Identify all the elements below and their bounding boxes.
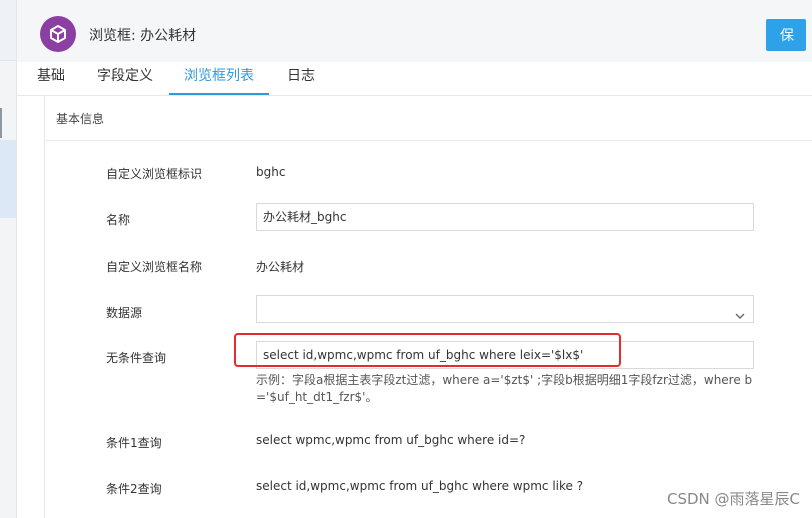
tab-basic[interactable]: 基础: [37, 62, 65, 93]
box-icon: [40, 16, 76, 52]
sidebar-top-strip: [0, 0, 16, 61]
datasource-select[interactable]: [256, 295, 754, 323]
watermark: CSDN @雨落星辰C: [666, 490, 800, 508]
datasource-label: 数据源: [106, 306, 143, 320]
page-title: 浏览框: 办公耗材: [89, 28, 197, 44]
highlight-box: [234, 333, 621, 367]
cond2-label: 条件2查询: [106, 482, 162, 496]
browser-name-label: 自定义浏览框名称: [106, 260, 203, 274]
name-label: 名称: [106, 213, 131, 227]
tab-log[interactable]: 日志: [287, 62, 315, 93]
page-header: 浏览框: 办公耗材: [17, 0, 812, 62]
save-button[interactable]: 保: [766, 19, 806, 51]
tab-field-definition[interactable]: 字段定义: [97, 62, 153, 93]
query-hint: 示例：字段a根据主表字段zt过滤，where a='$zt$' ;字段b根据明细…: [256, 373, 753, 404]
browser-name-value: 办公耗材: [256, 260, 305, 274]
cond1-value: select wpmc,wpmc from uf_bghc where id=?: [256, 433, 526, 447]
section-title: 基本信息: [56, 112, 105, 126]
section-divider: [45, 140, 812, 141]
cond1-label: 条件1查询: [106, 436, 162, 450]
sidebar-marker: [0, 108, 2, 138]
left-sidebar: [0, 0, 17, 518]
query-label: 无条件查询: [106, 351, 167, 365]
sidebar-selected-item[interactable]: [0, 140, 16, 218]
tab-bar: 基础 字段定义 浏览框列表 日志: [17, 62, 812, 96]
browser-id-label: 自定义浏览框标识: [106, 167, 203, 181]
tab-browser-list[interactable]: 浏览框列表: [169, 62, 269, 95]
name-input[interactable]: 办公耗材_bghc: [256, 203, 754, 231]
chevron-down-icon: [735, 304, 745, 330]
cond2-value: select id,wpmc,wpmc from uf_bghc where w…: [256, 479, 584, 493]
browser-id-value: bghc: [256, 165, 286, 179]
